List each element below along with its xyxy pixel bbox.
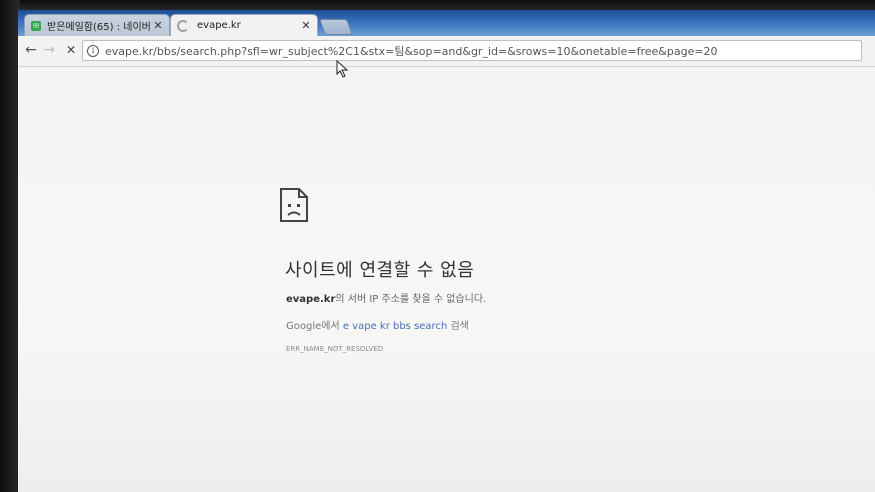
- error-domain: evape.kr: [286, 294, 336, 305]
- browser-window: ✉ 받은메일함(65) : 네이버 ✕ evape.kr ✕ ← → ✕ i e…: [18, 10, 875, 492]
- toolbar: ← → ✕ i evape.kr/bbs/search.php?sfl=wr_s…: [18, 36, 875, 67]
- back-button[interactable]: ←: [22, 41, 40, 59]
- back-arrow-icon: ←: [25, 42, 37, 58]
- stop-button[interactable]: ✕: [62, 41, 80, 59]
- search-link[interactable]: e vape kr bbs search: [343, 321, 447, 332]
- tab-strip: ✉ 받은메일함(65) : 네이버 ✕ evape.kr ✕: [18, 10, 875, 36]
- mouse-cursor-icon: [336, 60, 349, 78]
- naver-mail-icon: ✉: [31, 20, 41, 31]
- address-bar[interactable]: i evape.kr/bbs/search.php?sfl=wr_subject…: [82, 40, 862, 61]
- forward-arrow-icon: →: [43, 42, 55, 58]
- google-search-suggestion: Google에서 e vape kr bbs search 검색: [286, 317, 469, 332]
- error-message: evape.kr의 서버 IP 주소를 찾을 수 없습니다.: [286, 290, 486, 305]
- info-icon[interactable]: i: [87, 44, 99, 57]
- url-text: evape.kr/bbs/search.php?sfl=wr_subject%2…: [105, 44, 718, 58]
- tab-title: evape.kr: [197, 20, 241, 31]
- stop-icon: ✕: [65, 43, 77, 57]
- tab-evape[interactable]: evape.kr ✕: [170, 14, 318, 36]
- tab-title: 받은메일함(65) : 네이버: [47, 22, 151, 33]
- error-code: ERR_NAME_NOT_RESOLVED: [286, 345, 384, 353]
- error-title: 사이트에 연결할 수 없음: [285, 260, 475, 281]
- error-message-text: 의 서버 IP 주소를 찾을 수 없습니다.: [335, 294, 487, 305]
- search-suffix: 검색: [447, 321, 469, 332]
- sad-page-icon: [280, 188, 308, 222]
- close-tab-icon[interactable]: ✕: [153, 19, 163, 32]
- monitor-bezel-left: [0, 0, 20, 492]
- forward-button[interactable]: →: [40, 41, 58, 59]
- tab-naver-mail[interactable]: ✉ 받은메일함(65) : 네이버 ✕: [24, 14, 170, 36]
- search-prefix: Google에서: [286, 321, 343, 332]
- new-tab-button[interactable]: [319, 19, 353, 35]
- loading-spinner-icon: [177, 19, 189, 32]
- close-tab-icon[interactable]: ✕: [301, 19, 311, 32]
- error-page: 사이트에 연결할 수 없음 evape.kr의 서버 IP 주소를 찾을 수 없…: [18, 67, 875, 492]
